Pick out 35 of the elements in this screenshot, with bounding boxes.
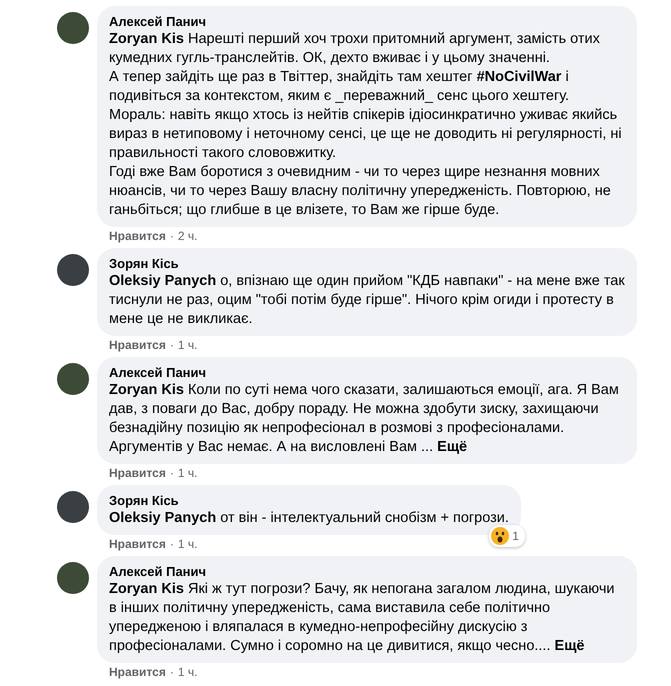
like-link[interactable]: Нравится [109, 338, 166, 353]
like-link[interactable]: Нравится [109, 537, 166, 552]
separator-dot: · [170, 338, 174, 353]
like-link[interactable]: Нравится [109, 665, 166, 680]
like-link[interactable]: Нравится [109, 229, 166, 244]
comment-text: Zoryan Kis Які ж тут погрози? Бачу, як непогана загалом людина, шукаючи в інших політичну упередженість, сама виставила себе політично упередженою і вляпалася в кумедно-непрофесійну дискусію з професіоналами. Сумно і соромно на це дивитися, якщо чесно.... Ещё [109, 580, 616, 656]
comment-time[interactable]: 2 ч. [178, 229, 198, 244]
author-name[interactable]: Алексей Панич [109, 563, 625, 580]
like-link[interactable]: Нравится [109, 466, 166, 481]
author-name[interactable]: Алексей Панич [109, 364, 625, 381]
avatar-photo-placeholder[interactable] [57, 562, 89, 594]
comment-time[interactable]: 1 ч. [178, 466, 198, 481]
author-name[interactable]: Зорян Кісь [109, 492, 509, 509]
avatar-photo-placeholder[interactable] [57, 12, 89, 44]
comment-text: Oleksiy Panych от він - інтелектуальний снобізм + погрози. [109, 509, 509, 528]
wow-emoji-icon [491, 527, 510, 545]
comment-text: Zoryan Kis Нарешті перший хоч трохи притомний аргумент, замість отих кумедних гугль-транслейтів. ОК, дехто вживає і у цьому значенні. А тепер зайдіть ще раз в Твіттер, знайдіть там хештег #NoCivilWar і подивіться за контекстом, яким є _переважний_ сенс цього хештегу. Мораль: навіть якщо хтось із нейтів спікерів ідіосинкратично уживає якийсь вираз в нетиповому і неточному сенсі, це ще не доводить ні регулярності, ні правильності такого слововжитку. Годі вже Вам боротися з очевидним - чи то через щире незнання мовних нюансів, чи то через Вашу власну політичну упередженість. Повторюю, не ганьбіться; що глибше в це влізете, то Вам же гірше буде. [109, 30, 623, 220]
reaction-badge[interactable]: 1 [489, 525, 525, 547]
author-name[interactable]: Алексей Панич [109, 13, 625, 30]
see-more-link[interactable]: Ещё [554, 638, 585, 654]
avatar-photo-placeholder[interactable] [57, 491, 89, 523]
separator-dot: · [170, 229, 174, 244]
avatar-photo-placeholder[interactable] [57, 254, 89, 286]
author-name[interactable]: Зорян Кісь [109, 255, 625, 272]
separator-dot: · [170, 466, 174, 481]
reaction-count: 1 [512, 529, 519, 543]
avatar-photo-placeholder[interactable] [57, 363, 89, 395]
separator-dot: · [170, 665, 174, 680]
see-more-link[interactable]: Ещё [437, 439, 468, 455]
comment-time[interactable]: 1 ч. [178, 665, 198, 680]
comment-text: Oleksiy Panych о, впізнаю ще один прийом "КДБ навпаки" - на мене вже так тиснули не раз, оцим "тобі потім буде гірше". Нічого крім огиди і протесту в мене це не викликає. [109, 272, 625, 329]
separator-dot: · [170, 537, 174, 552]
comment-text: Zoryan Kis Коли по суті нема чого сказати, залишаються емоції, ага. Я Вам дав, з поваги до Вас, добру пораду. Не можна здобути зиску, захищаючи безнадійну позицію як непрофесіонал в розмові з професіоналами. Аргументів у Вас немає. А на висловлені Вам ... Ещё [109, 381, 620, 457]
comment-time[interactable]: 1 ч. [178, 537, 198, 552]
comment-time[interactable]: 1 ч. [178, 338, 198, 353]
